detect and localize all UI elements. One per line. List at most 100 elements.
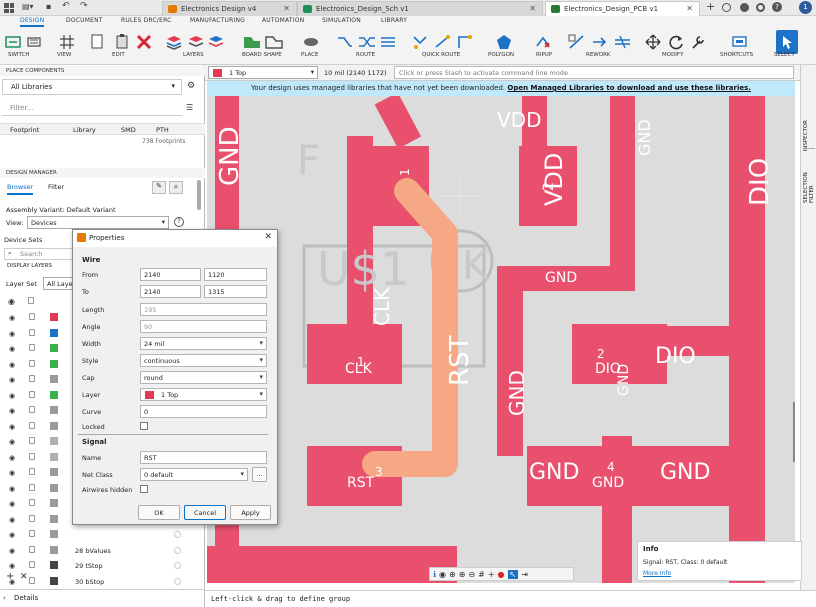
layer-row[interactable]: ◉ 29 tStop — [0, 559, 205, 573]
cancel-button[interactable]: Cancel — [184, 505, 226, 520]
save-icon[interactable]: ▪ — [46, 2, 51, 11]
layer-row[interactable]: ◉ 30 bStop — [0, 575, 205, 589]
place-button[interactable] — [302, 30, 320, 54]
ripup-button[interactable] — [535, 30, 553, 54]
panel-scrollbar[interactable] — [197, 180, 201, 210]
tab-browser[interactable]: Browser — [7, 183, 34, 195]
route-manual-button[interactable] — [336, 30, 354, 54]
lock-icon[interactable] — [29, 499, 35, 506]
cap-select[interactable]: round — [140, 371, 267, 384]
tab-schematic[interactable]: Electronics_Design_Sch v1 ✕ — [297, 1, 543, 16]
layer-color-swatch[interactable] — [50, 313, 58, 321]
eye-icon[interactable]: ◉ — [9, 469, 15, 477]
from-y-field[interactable]: 1120 — [204, 268, 267, 281]
layer-color-swatch[interactable] — [50, 514, 58, 523]
zoom-in-icon[interactable]: ⊕ — [459, 570, 466, 579]
close-icon[interactable]: ✕ — [283, 4, 290, 13]
net-class-more-button[interactable]: … — [252, 467, 267, 482]
style-select[interactable]: continuous — [140, 354, 267, 367]
filter-options-icon[interactable]: ☰ — [186, 103, 193, 112]
eye-icon[interactable]: ◉ — [9, 376, 15, 384]
crosshair-icon[interactable]: + — [488, 570, 495, 579]
extensions-icon[interactable] — [740, 3, 749, 12]
lock-icon[interactable] — [29, 344, 35, 351]
layer-row[interactable]: ◉ — [0, 528, 205, 542]
eye-icon[interactable]: ◉ — [9, 423, 15, 431]
zoom-out-icon[interactable]: ⊖ — [468, 570, 475, 579]
eye-icon[interactable]: ◉ — [9, 407, 15, 415]
ribbon-tab-document[interactable]: DOCUMENT — [66, 17, 103, 24]
filter-icon[interactable]: ⇥ — [521, 570, 528, 579]
route-diff-button[interactable] — [358, 30, 376, 54]
undo-icon[interactable]: ↶ — [62, 1, 70, 11]
wand-icon[interactable]: ✎ — [152, 181, 166, 194]
eye-icon[interactable]: ◉ — [8, 297, 15, 306]
close-icon[interactable]: ✕ — [529, 4, 536, 13]
grid-icon[interactable]: # — [478, 570, 485, 579]
delete-button[interactable] — [136, 30, 152, 54]
from-x-field[interactable]: 2140 — [140, 268, 201, 281]
ribbon-tab-simulation[interactable]: SIMULATION — [322, 17, 361, 24]
switch-board-button[interactable] — [25, 30, 43, 54]
help-icon[interactable]: ? — [772, 2, 782, 12]
close-icon[interactable]: ✕ — [686, 4, 693, 13]
search-input[interactable]: ⌕ Search — [4, 248, 74, 260]
lock-icon[interactable] — [29, 390, 35, 398]
lock-icon[interactable] — [29, 452, 35, 460]
layer-set-select[interactable]: All Layers — [43, 277, 73, 290]
layer-color-swatch[interactable] — [50, 468, 58, 476]
lock-icon[interactable] — [28, 297, 34, 304]
job-status-icon[interactable] — [722, 3, 731, 12]
apply-button[interactable]: Apply — [230, 505, 271, 520]
rework-slide-button[interactable] — [591, 30, 609, 54]
layer-colors-button[interactable] — [208, 30, 224, 54]
move-button[interactable] — [89, 30, 105, 54]
width-select[interactable]: 24 mil — [140, 337, 267, 350]
locked-checkbox[interactable] — [140, 422, 148, 430]
quick-route-button[interactable] — [412, 30, 430, 54]
switch-schematic-button[interactable] — [4, 30, 22, 54]
lock-icon[interactable] — [29, 406, 35, 413]
filter-input[interactable]: Filter... — [2, 101, 182, 116]
inspector-tab[interactable]: INSPECTOR — [803, 120, 809, 151]
command-line-input[interactable]: Click or press Slash to activate command… — [394, 66, 794, 79]
layer-color-swatch[interactable] — [50, 390, 58, 399]
close-icon[interactable]: ✕ — [264, 232, 272, 242]
layer-row[interactable]: ◉ 28 bValues — [0, 544, 205, 558]
canvas-scrollbar[interactable] — [793, 402, 795, 462]
layer-color-swatch[interactable] — [50, 561, 58, 569]
layer-color-swatch[interactable] — [50, 452, 58, 461]
lock-icon[interactable] — [29, 437, 35, 444]
paste-button[interactable] — [114, 30, 130, 54]
ribbon-tab-manufacturing[interactable]: MANUFACTURING — [190, 17, 245, 24]
layer-color-swatch[interactable] — [50, 437, 58, 445]
details-section[interactable]: › Details — [0, 589, 205, 607]
layer-color-swatch[interactable] — [50, 375, 58, 383]
view-select[interactable]: Devices ▾ — [27, 216, 169, 229]
file-menu-icon[interactable]: ▤▾ — [22, 2, 34, 11]
to-y-field[interactable]: 1315 — [204, 285, 267, 298]
settings-icon[interactable]: ⚙ — [187, 81, 201, 93]
change-button[interactable] — [690, 30, 708, 54]
layer-select[interactable]: 1 Top ▾ — [208, 66, 318, 79]
to-x-field[interactable]: 2140 — [140, 285, 201, 298]
library-select[interactable]: All Libraries ▾ — [2, 79, 182, 95]
airwires-hidden-checkbox[interactable] — [140, 485, 148, 493]
eye-icon[interactable]: ◉ — [9, 485, 15, 493]
select-tool-button[interactable] — [776, 30, 798, 54]
lock-icon[interactable] — [29, 483, 35, 491]
select-cursor-icon[interactable]: ↖ — [507, 569, 519, 579]
tab-pcb[interactable]: Electronics_Design_PCB v1 ✕ — [545, 1, 700, 16]
layer-color-swatch[interactable] — [50, 530, 58, 538]
shortcuts-button[interactable] — [730, 30, 750, 54]
lock-icon[interactable] — [29, 359, 35, 367]
lock-icon[interactable] — [29, 328, 35, 336]
eye-icon[interactable]: ◉ — [439, 570, 446, 579]
polygon-button[interactable] — [494, 30, 514, 54]
lock-icon[interactable] — [29, 576, 35, 584]
lock-icon[interactable] — [29, 545, 35, 553]
grid-button[interactable] — [58, 30, 76, 54]
ok-button[interactable]: OK — [138, 505, 180, 520]
layer-color-swatch[interactable] — [50, 328, 58, 337]
open-managed-libraries-link[interactable]: Open Managed Libraries to download and u… — [507, 84, 751, 92]
